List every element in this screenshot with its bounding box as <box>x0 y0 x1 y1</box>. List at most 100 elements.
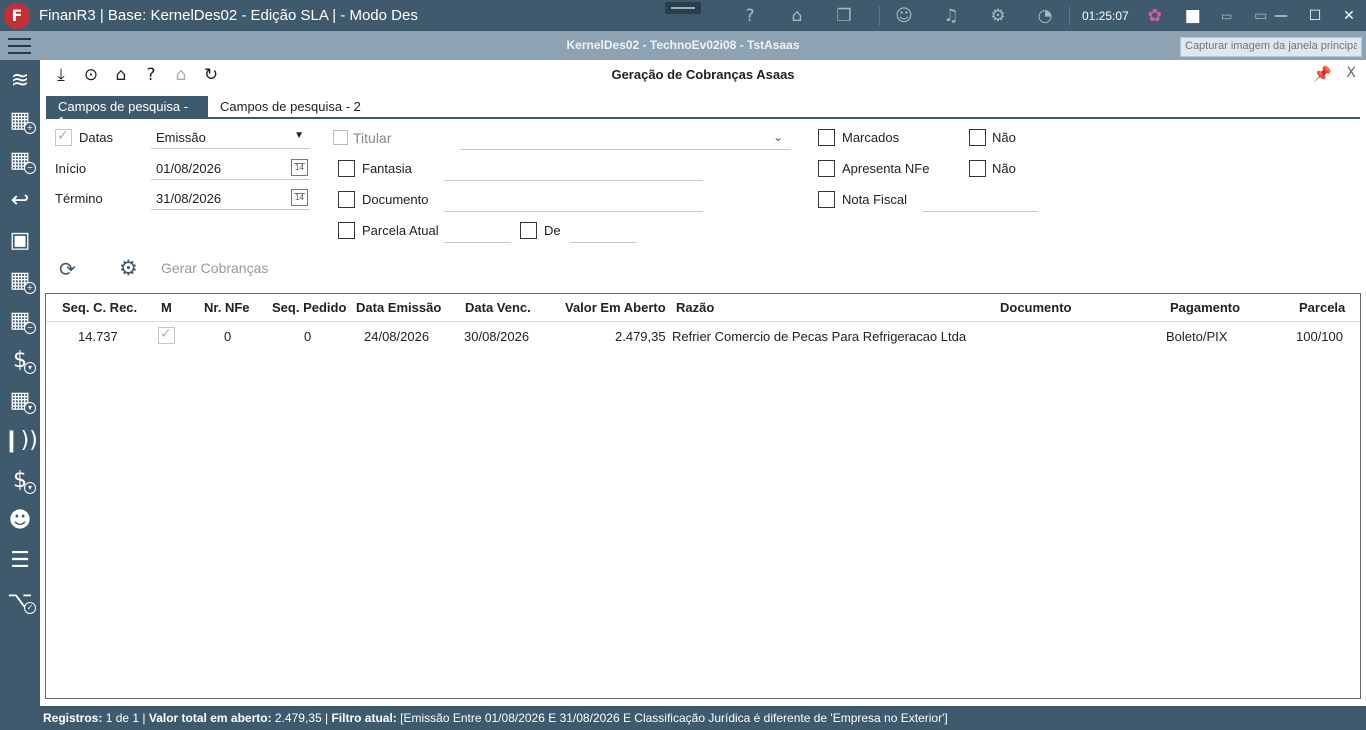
col-valor[interactable]: Valor Em Aberto <box>565 300 666 315</box>
undo-icon[interactable]: ↩ <box>0 180 40 220</box>
save-icon[interactable]: ▣ <box>0 220 40 260</box>
nota-fiscal-checkbox[interactable] <box>818 191 835 208</box>
separator <box>879 5 880 26</box>
minimize-button[interactable]: — <box>1264 0 1298 31</box>
parcela-atual-label: Parcela Atual <box>362 223 439 238</box>
titular-label: Titular <box>353 130 392 146</box>
calendar-icon[interactable]: 14 <box>291 159 308 176</box>
parcela-atual-input[interactable] <box>444 242 511 243</box>
chevron-down-icon[interactable]: ⌄ <box>773 130 783 144</box>
termino-date-value: 31/08/2026 <box>156 191 222 206</box>
gear-icon[interactable]: ⚙ <box>119 256 138 280</box>
capture-input[interactable] <box>1180 37 1362 57</box>
table-row[interactable]: 14.737 0 0 24/08/2026 30/08/2026 2.479,3… <box>46 322 1360 350</box>
registros-value: 1 de 1 <box>105 711 140 725</box>
inicio-date-input[interactable]: 01/08/2026 14 <box>151 158 310 180</box>
col-m[interactable]: M <box>161 300 172 315</box>
close-window-button[interactable]: ✕ <box>1332 0 1366 31</box>
inicio-date-value: 01/08/2026 <box>156 161 222 176</box>
grip-handle[interactable] <box>665 2 701 14</box>
bank-icon[interactable]: ⌂ <box>785 4 809 28</box>
chat-icon[interactable]: ◔ <box>1033 4 1057 28</box>
signal-icon[interactable]: ❙)) <box>0 420 40 460</box>
dollar-filter-icon[interactable]: $ ▾ <box>0 340 40 380</box>
color-wheel-icon[interactable]: ✿ <box>1143 4 1167 28</box>
datas-checkbox[interactable] <box>55 128 72 146</box>
calculator-remove-icon[interactable]: ▦ − <box>0 140 40 180</box>
termino-label: Término <box>55 191 103 206</box>
form-toolbar: ⤓ ⊙ ⌂ ? ⌂ ↻ Geração de Cobranças Asaas 📌… <box>40 60 1366 90</box>
refresh-icon[interactable]: ⟳ <box>59 257 76 281</box>
calculator-add-icon[interactable]: ▦ + <box>0 100 40 140</box>
windows-icon[interactable]: ❐ <box>832 4 856 28</box>
capture-input-field[interactable] <box>1185 40 1357 52</box>
col-pedido[interactable]: Seq. Pedido <box>272 300 346 315</box>
status-separator: | <box>142 711 146 725</box>
nota-fiscal-input[interactable] <box>923 211 1038 212</box>
charges-grid: Seq. C. Rec. M Nr. NFe Seq. Pedido Data … <box>45 293 1361 699</box>
form-title: Geração de Cobranças Asaas <box>611 67 795 82</box>
marcados-label: Marcados <box>842 130 900 145</box>
dollar-filter2-icon[interactable]: $ ▾ <box>0 460 40 500</box>
help-icon[interactable]: ? <box>738 4 762 28</box>
parcela-atual-checkbox[interactable] <box>338 222 355 239</box>
status-separator: | <box>324 711 329 725</box>
fantasia-checkbox[interactable] <box>338 160 355 177</box>
termino-date-input[interactable]: 31/08/2026 14 <box>151 188 310 210</box>
de-checkbox[interactable] <box>520 222 537 239</box>
calculator-remove2-icon[interactable]: ▦ − <box>0 300 40 340</box>
registros-label: Registros: <box>43 711 103 725</box>
documento-checkbox[interactable] <box>338 191 355 208</box>
pin-icon[interactable]: 📌 <box>1313 65 1332 83</box>
tab-campos-1[interactable]: Campos de pesquisa - 1 <box>46 96 208 129</box>
col-emissao[interactable]: Data Emissão <box>356 300 441 315</box>
generate-charges-button[interactable]: Gerar Cobranças <box>161 260 268 276</box>
marcados-nao-checkbox[interactable] <box>969 129 986 146</box>
branch-check-icon[interactable]: ⌥ ✓ <box>0 580 40 620</box>
col-documento[interactable]: Documento <box>1000 300 1072 315</box>
camera-icon[interactable]: ■ <box>1181 4 1205 28</box>
col-seq[interactable]: Seq. C. Rec. <box>62 300 137 315</box>
datas-type-dropdown[interactable]: Emissão ▼ <box>151 127 310 149</box>
layers-icon[interactable]: ≋ <box>0 60 40 100</box>
session-title: KernelDes02 - TechnoEv02i08 - TstAsaas <box>566 38 800 52</box>
cell-m-checkbox[interactable] <box>158 326 175 344</box>
de-input[interactable] <box>570 242 637 243</box>
people-icon[interactable]: ☻ <box>0 500 40 540</box>
inicio-label: Início <box>55 161 87 176</box>
apresenta-nfe-checkbox[interactable] <box>818 160 835 177</box>
list-icon[interactable]: ☰ <box>0 540 40 580</box>
col-nfe[interactable]: Nr. NFe <box>204 300 250 315</box>
marcados-checkbox[interactable] <box>818 129 835 146</box>
col-parcela[interactable]: Parcela <box>1299 300 1345 315</box>
cell-nfe: 0 <box>224 329 232 344</box>
cell-razao: Refrier Comercio de Pecas Para Refrigera… <box>672 329 967 344</box>
apresenta-nfe-nao-checkbox[interactable] <box>969 160 986 177</box>
datas-type-value: Emissão <box>156 130 206 145</box>
session-bar: KernelDes02 - TechnoEv02i08 - TstAsaas <box>0 31 1366 60</box>
left-sidebar: ≋ ▦ + ▦ − ↩ ▣ ▦ + ▦ − $ ▾ ▦ ▾ ❙)) $ ▾ ☻ ☰ ⌥ ✓ <box>0 60 40 730</box>
de-label: De <box>544 223 561 238</box>
calculator-filter-icon[interactable]: ▦ ▾ <box>0 380 40 420</box>
monitor-small-icon[interactable]: ▭ <box>1215 4 1239 28</box>
documento-input[interactable] <box>444 211 703 212</box>
calendar-icon[interactable]: 14 <box>291 189 308 206</box>
gear-icon[interactable]: ⚙ <box>986 4 1010 28</box>
maximize-button[interactable]: ☐ <box>1298 0 1332 31</box>
tab-campos-2[interactable]: Campos de pesquisa - 2 <box>208 96 373 117</box>
datas-label: Datas <box>79 130 113 145</box>
titular-dropdown-line <box>460 149 791 150</box>
nota-fiscal-label: Nota Fiscal <box>842 192 908 207</box>
col-razao[interactable]: Razão <box>676 300 714 315</box>
titular-checkbox[interactable] <box>333 130 348 145</box>
calculator-add2-icon[interactable]: ▦ + <box>0 260 40 300</box>
col-pagamento[interactable]: Pagamento <box>1170 300 1240 315</box>
close-form-button[interactable]: X <box>1346 65 1356 81</box>
user-icon[interactable]: ☺ <box>892 4 916 28</box>
bell-icon[interactable]: ♫ <box>939 4 963 28</box>
cell-valor: 2.479,35 <box>615 329 666 344</box>
fantasia-input[interactable] <box>444 180 703 181</box>
col-venc[interactable]: Data Venc. <box>465 300 531 315</box>
clock: 01:25:07 <box>1082 8 1129 23</box>
valor-total-value: 2.479,35 <box>274 711 322 725</box>
